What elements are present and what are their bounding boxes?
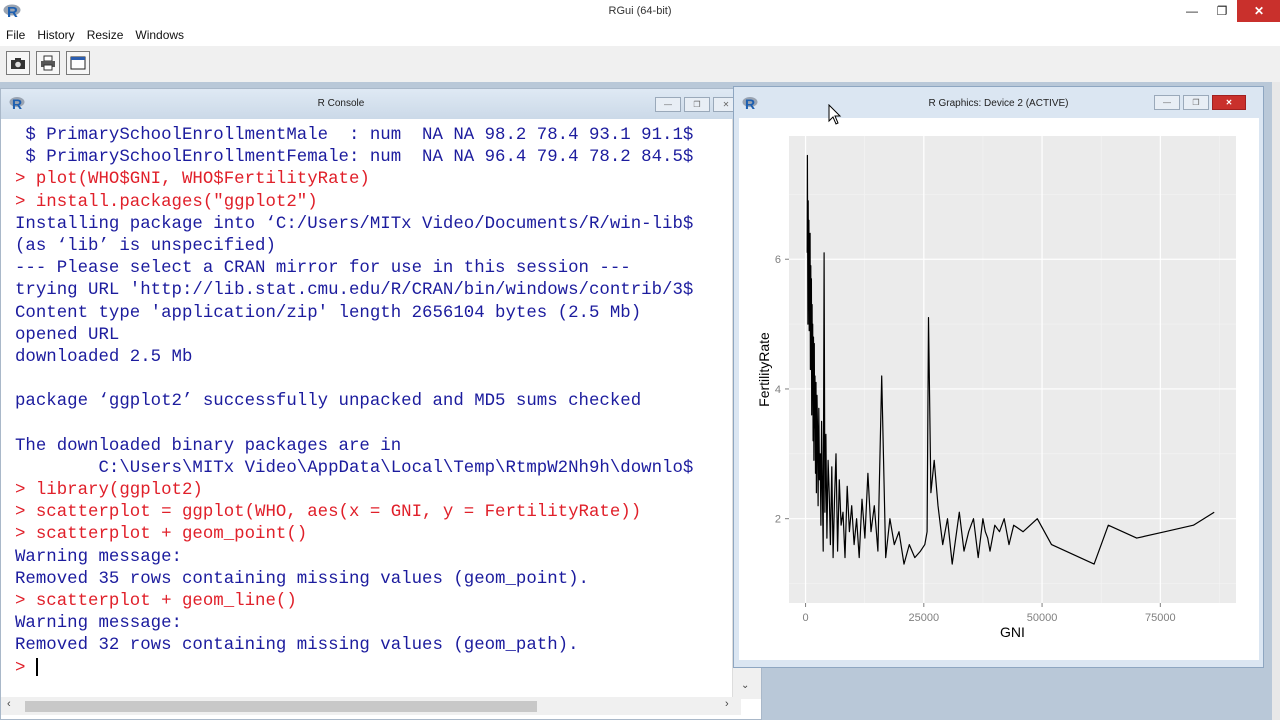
mouse-pointer-icon [828, 104, 842, 125]
minimize-button[interactable]: — [1177, 0, 1207, 22]
graphics-restore-button[interactable]: ❐ [1183, 95, 1209, 110]
console-line: > scatterplot + geom_line() [15, 591, 297, 611]
menu-resize[interactable]: Resize [81, 28, 130, 42]
console-prompt[interactable]: > [15, 657, 730, 680]
console-line: Warning message: [15, 614, 182, 634]
console-line: Installing package into ‘C:/Users/MITx V… [15, 214, 694, 234]
console-line: Removed 32 rows containing missing value… [15, 636, 579, 656]
console-line: trying URL 'http://lib.stat.cmu.edu/R/CR… [15, 281, 694, 301]
graphics-titlebar: R R Graphics: Device 2 (ACTIVE) — ❐ ✕ [734, 87, 1263, 119]
console-line: Content type 'application/zip' length 26… [15, 303, 642, 323]
y-tick-label: 6 [775, 254, 781, 266]
console-line: --- Please select a CRAN mirror for use … [15, 259, 631, 279]
scroll-down-icon[interactable]: ⌄ [741, 680, 749, 691]
console-output[interactable]: $ PrimarySchoolEnrollmentMale : num NA N… [15, 125, 730, 691]
scroll-left-icon[interactable]: ‹ [7, 698, 11, 710]
close-button[interactable]: ✕ [1237, 0, 1280, 22]
r-graphics-window: R R Graphics: Device 2 (ACTIVE) — ❐ ✕ 0 2… [733, 86, 1264, 668]
console-line: package ‘ggplot2’ successfully unpacked … [15, 392, 642, 412]
console-line: > scatterplot = ggplot(WHO, aes(x = GNI,… [15, 503, 642, 523]
y-axis-label: FertilityRate [756, 332, 772, 407]
open-script-button[interactable] [6, 51, 30, 75]
console-line: Warning message: [15, 547, 182, 567]
x-tick-label: 25000 [909, 612, 940, 624]
camera-icon [11, 58, 25, 69]
console-line: C:\Users\MITx Video\AppData\Local\Temp\R… [15, 458, 694, 478]
r-console-window: R R Console — ❐ ✕ $ PrimarySchoolEnrollm… [0, 88, 762, 720]
graphics-close-button[interactable]: ✕ [1212, 95, 1246, 110]
console-line: opened URL [15, 325, 120, 345]
console-titlebar: R R Console — ❐ ✕ [1, 89, 761, 119]
x-axis-label: GNI [1000, 624, 1025, 640]
scroll-right-icon[interactable]: › [725, 698, 729, 710]
x-tick-label: 50000 [1027, 612, 1058, 624]
text-cursor [35, 657, 38, 676]
menu-history[interactable]: History [31, 28, 80, 42]
console-line: Removed 35 rows containing missing value… [15, 569, 589, 589]
plot-panel [789, 136, 1236, 603]
x-tick-label: 75000 [1145, 612, 1176, 624]
print-button[interactable] [36, 51, 60, 75]
console-line: $ PrimarySchoolEnrollmentFemale: num NA … [15, 148, 694, 168]
restore-button[interactable]: ❐ [1207, 0, 1237, 22]
prompt-symbol: > [15, 658, 36, 678]
y-tick-label: 2 [775, 514, 781, 526]
app-title: RGui (64-bit) [608, 5, 672, 17]
console-title: R Console [317, 98, 365, 109]
console-line: downloaded 2.5 Mb [15, 347, 193, 367]
printer-icon [41, 55, 55, 71]
ggplot-chart: 0 25000 50000 75000 2 4 6 GNI FertilityRate [756, 136, 1236, 640]
menu-windows[interactable]: Windows [129, 28, 190, 42]
main-scrollbar[interactable] [1272, 82, 1280, 720]
graphics-canvas[interactable]: 0 25000 50000 75000 2 4 6 GNI FertilityRate [739, 118, 1259, 660]
horizontal-scroll-thumb[interactable] [25, 701, 537, 712]
console-line: The downloaded binary packages are in [15, 436, 402, 456]
app-titlebar: R RGui (64-bit) — ❐ ✕ [0, 0, 1280, 25]
window-icon [70, 56, 86, 70]
console-line: > install.packages("ggplot2") [15, 192, 318, 212]
console-button[interactable] [66, 51, 90, 75]
console-restore-button[interactable]: ❐ [684, 97, 710, 112]
console-minimize-button[interactable]: — [655, 97, 681, 112]
console-horizontal-scrollbar[interactable]: ‹ › [1, 697, 741, 715]
y-tick-label: 4 [775, 384, 781, 396]
menu-bar: File History Resize Windows [0, 24, 1280, 46]
console-line: (as ‘lib’ is unspecified) [15, 236, 276, 256]
console-line: > plot(WHO$GNI, WHO$FertilityRate) [15, 170, 370, 190]
console-line: $ PrimarySchoolEnrollmentMale : num NA N… [15, 126, 694, 145]
x-tick-label: 0 [802, 612, 808, 624]
toolbar [0, 46, 1280, 83]
console-line: > scatterplot + geom_point() [15, 525, 308, 545]
menu-file[interactable]: File [0, 28, 31, 42]
graphics-minimize-button[interactable]: — [1154, 95, 1180, 110]
console-line: > library(ggplot2) [15, 481, 203, 500]
